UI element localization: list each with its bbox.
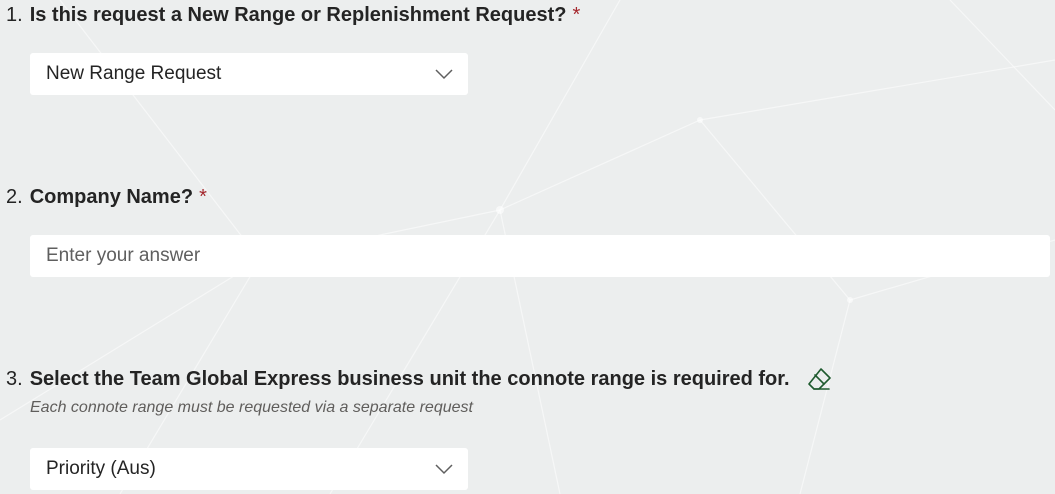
- business-unit-dropdown[interactable]: Priority (Aus): [30, 448, 468, 490]
- question-1-title-row: 1. Is this request a New Range or Replen…: [6, 1, 580, 29]
- question-1: 1. Is this request a New Range or Replen…: [6, 1, 580, 29]
- question-3: 3. Select the Team Global Express busine…: [6, 365, 832, 417]
- required-marker: *: [199, 186, 207, 208]
- required-marker: *: [572, 4, 581, 26]
- question-2: 2. Company Name? *: [6, 183, 207, 211]
- form: 1. Is this request a New Range or Replen…: [0, 0, 1055, 494]
- business-unit-selected-value: Priority (Aus): [46, 458, 156, 479]
- company-name-input[interactable]: [30, 235, 1050, 277]
- chevron-down-icon: [435, 69, 453, 80]
- request-type-dropdown[interactable]: New Range Request: [30, 53, 468, 95]
- question-2-title-row: 2. Company Name? *: [6, 183, 207, 211]
- question-3-subtitle: Each connote range must be requested via…: [30, 399, 473, 416]
- question-3-title-row: 3. Select the Team Global Express busine…: [6, 365, 832, 393]
- question-2-title: Company Name?: [29, 186, 194, 208]
- question-3-title: Select the Team Global Express business …: [29, 368, 790, 390]
- request-type-selected-value: New Range Request: [46, 63, 222, 84]
- question-1-number: 1.: [6, 4, 23, 26]
- chevron-down-icon: [435, 464, 453, 475]
- eraser-icon[interactable]: [806, 366, 832, 392]
- question-2-number: 2.: [6, 186, 23, 208]
- question-1-title: Is this request a New Range or Replenish…: [29, 4, 567, 26]
- question-3-number: 3.: [6, 368, 23, 390]
